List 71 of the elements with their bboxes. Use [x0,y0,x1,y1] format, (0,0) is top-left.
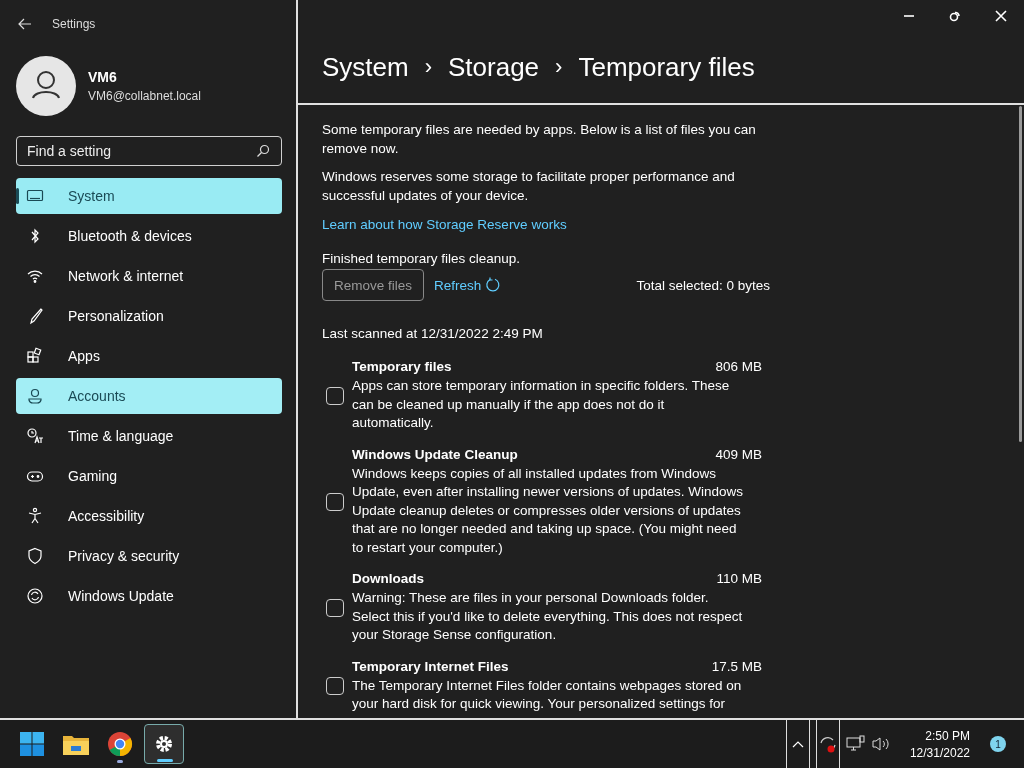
breadcrumb-item[interactable]: Storage [448,51,540,83]
file-category-title: Temporary Internet Files [352,658,509,674]
breadcrumb-separator: › [555,54,563,81]
description-text: Some temporary files are needed by apps. Below is a list of files you can remove now. [322,121,757,158]
user-email: VM6@collabnet.local [88,89,201,103]
back-icon[interactable] [18,18,32,30]
file-category-title: Windows Update Cleanup [352,446,518,462]
taskbar-app[interactable] [144,724,184,764]
file-category-description: The Temporary Internet Files folder contains webpages stored on your hard disk for quick viewing. Your personalized settings for [352,676,743,714]
breadcrumb-item: Temporary files [578,51,755,83]
nav-item[interactable]: Accounts [16,378,282,414]
breadcrumb-item[interactable]: System [322,51,409,83]
checkbox[interactable] [326,599,344,618]
refresh-link[interactable]: Refresh [434,277,482,293]
nav-item[interactable]: Privacy & security [16,538,282,574]
date-text: 12/31/2022 [909,745,970,760]
gear-icon [154,734,174,754]
restore-icon[interactable] [949,9,961,22]
nav-item[interactable]: Apps [16,338,282,374]
tray-app[interactable] [815,720,840,768]
time-text: 2:50 PM [925,728,970,743]
folder-icon [63,733,89,755]
storage-reserve-link[interactable]: Learn about how Storage Reserve works [322,217,567,233]
browser-icon [107,731,133,757]
show-hidden-icons-button[interactable] [785,720,810,768]
nav-item[interactable]: Time & language [16,418,282,454]
shield-icon [26,547,44,565]
sync-icon [817,734,838,754]
status-text: Finished temporary files cleanup. [322,251,522,267]
last-scanned-text: Last scanned at 12/31/2022 2:49 PM [322,326,544,342]
refresh-icon[interactable] [485,277,502,294]
checkbox[interactable] [326,677,344,696]
total-selected-text: Total selected: 0 bytes [636,277,770,293]
nav-item[interactable]: Network & internet [16,258,282,294]
nav-item[interactable]: System [16,178,282,214]
volume-icon[interactable] [871,736,892,752]
avatar-icon [16,56,76,116]
search-icon [256,144,270,158]
file-size: 806 MB [715,359,762,375]
nav-item[interactable]: Gaming [16,458,282,494]
search-field[interactable]: Find a setting [16,136,282,166]
file-category-description: Warning: These are files in your personal Downloads folder. Select this if you'd like to delete everything. This does not respect your Storage Sense configuration. [352,589,744,645]
description-text: Windows reserves some storage to facilitate proper performance and successful updates of your device. [322,168,736,205]
close-icon[interactable] [995,9,1007,22]
sync-icon [26,587,44,605]
file-size: 409 MB [715,446,762,462]
nav-item[interactable]: Personalization [16,298,282,334]
file-category-description: Apps can store temporary information in specific folders. These can be cleaned up manually if the app does not do it automatically. [352,377,731,433]
scrollbar[interactable] [1019,106,1022,442]
nav-item[interactable]: Bluetooth & devices [16,218,282,254]
window-title: Settings [52,17,96,31]
checkbox[interactable] [326,387,344,406]
nav-item[interactable]: Accessibility [16,498,282,534]
person-icon [26,387,44,405]
chevron-up-icon [791,740,804,748]
nav-item[interactable]: Windows Update [16,578,282,614]
file-size: 110 MB [716,571,762,587]
notification-badge[interactable]: 1 [990,736,1006,752]
breadcrumb-separator: › [424,54,432,81]
network-icon[interactable] [845,735,866,753]
file-size: 17.5 MB [711,658,762,674]
figure-icon [26,507,44,525]
file-category-title: Downloads [352,571,424,587]
file-category-title: Temporary files [352,359,452,375]
checkbox[interactable] [326,493,344,512]
user-name: VM6 [88,69,118,85]
start-icon [20,732,44,756]
apps-icon [26,347,44,365]
clock[interactable]: 2:50 PM 12/31/2022 [909,728,970,760]
file-category-description: Windows keeps copies of all installed updates from Windows Update, even after installing newer versions of updates. Windows Update cleanup deletes or compresses older versions of updates that are no longer needed and taking up space. (You might need to restart your computer.) [352,464,744,557]
clock-icon [26,427,44,445]
